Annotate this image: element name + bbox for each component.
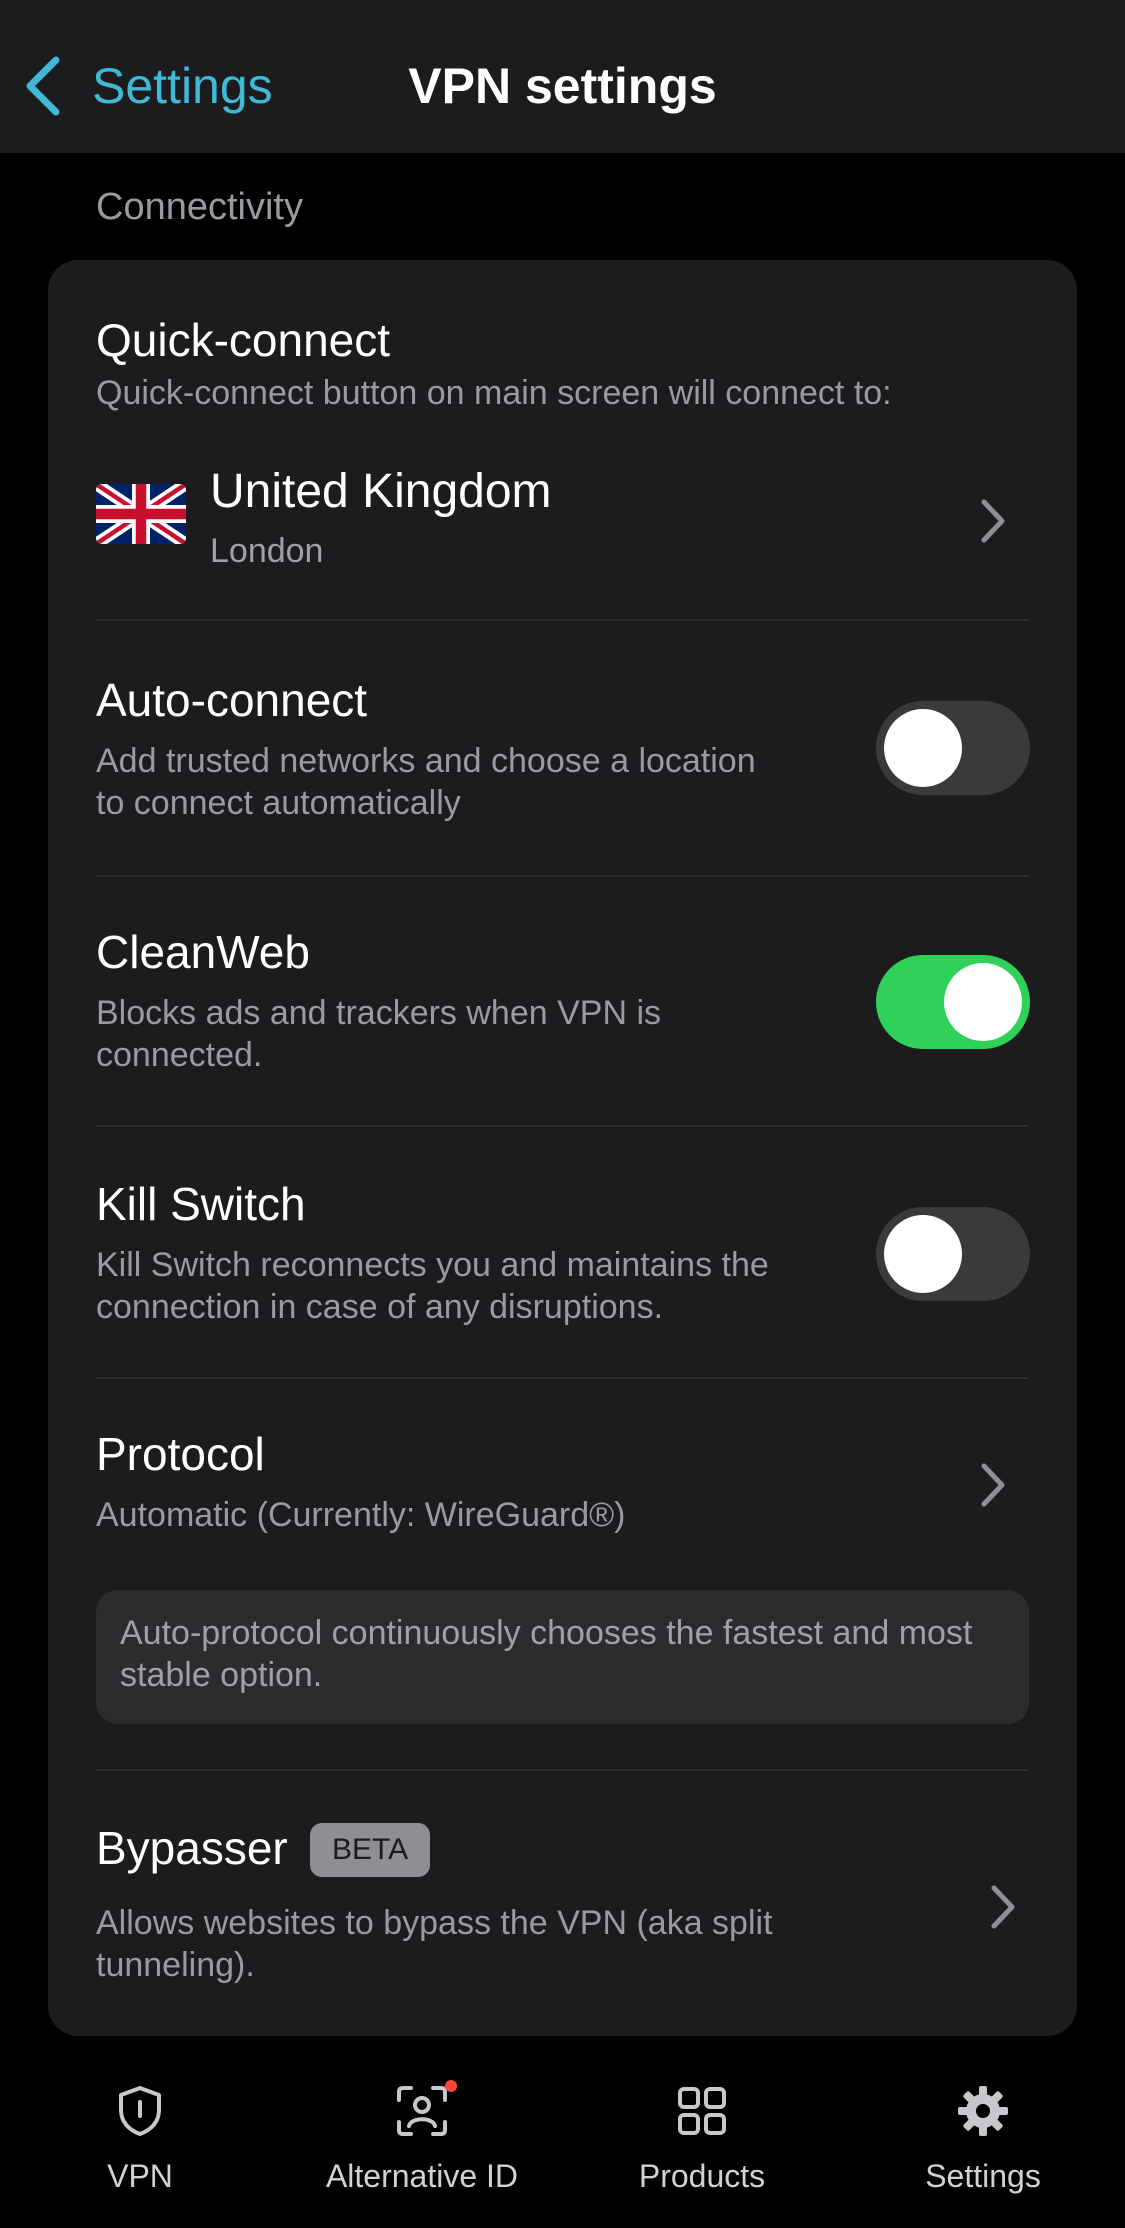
toggle-knob <box>944 963 1022 1041</box>
quick-connect-title: Quick-connect <box>96 314 391 366</box>
bypasser-row[interactable]: Bypasser Allows websites to bypass the V… <box>48 1790 1077 2020</box>
kill-switch-title: Kill Switch <box>96 1178 306 1230</box>
cleanweb-toggle[interactable] <box>876 955 1030 1049</box>
chevron-right-icon <box>978 496 1008 546</box>
auto-connect-title: Auto-connect <box>96 674 368 726</box>
quick-connect-location-row[interactable]: United Kingdom London <box>48 460 1077 580</box>
tab-settings[interactable]: Settings <box>843 2084 1123 2196</box>
tab-label: Products <box>638 2158 766 2194</box>
bypasser-title: Bypasser <box>96 1822 288 1874</box>
tab-label: VPN <box>107 2158 173 2194</box>
auto-connect-toggle[interactable] <box>876 701 1030 795</box>
divider <box>96 875 1029 877</box>
protocol-info-box: Auto-protocol continuously chooses the f… <box>96 1590 1029 1724</box>
nav-bar: Settings VPN settings <box>0 0 1125 153</box>
tab-bar: VPN Alternative ID Products Settings <box>0 2060 1125 2228</box>
tab-alternative-id[interactable]: Alternative ID <box>282 2080 562 2196</box>
divider <box>96 1769 1029 1771</box>
quick-connect-description: Quick-connect button on main screen will… <box>96 374 892 412</box>
grid-icon <box>678 2087 726 2135</box>
divider <box>96 1125 1029 1127</box>
location-country: United Kingdom <box>210 465 552 518</box>
chevron-right-icon <box>988 1882 1018 1932</box>
divider <box>96 1377 1029 1379</box>
bypasser-description: Allows websites to bypass the VPN (aka s… <box>96 1904 773 1984</box>
tab-products[interactable]: Products <box>562 2084 842 2196</box>
page-title: VPN settings <box>408 58 717 114</box>
protocol-row[interactable]: Protocol Automatic (Currently: WireGuard… <box>48 1410 1077 1560</box>
gear-icon <box>958 2086 1008 2136</box>
cleanweb-description: Blocks ads and trackers when VPN is conn… <box>96 994 662 1074</box>
kill-switch-description: Kill Switch reconnects you and maintains… <box>96 1246 769 1326</box>
auto-connect-description: Add trusted networks and choose a locati… <box>96 742 756 822</box>
chevron-right-icon <box>978 1460 1008 1510</box>
tab-label: Settings <box>925 2158 1041 2194</box>
location-city: London <box>210 532 324 570</box>
toggle-knob <box>884 709 962 787</box>
uk-flag-icon <box>96 484 186 544</box>
protocol-title: Protocol <box>96 1428 265 1480</box>
settings-card: Quick-connect Quick-connect button on ma… <box>48 260 1077 2036</box>
kill-switch-toggle[interactable] <box>876 1207 1030 1301</box>
protocol-value: Automatic (Currently: WireGuard®) <box>96 1496 626 1534</box>
notification-dot <box>445 2080 457 2092</box>
toggle-knob <box>884 1215 962 1293</box>
cleanweb-title: CleanWeb <box>96 926 310 978</box>
beta-badge: BETA <box>310 1823 431 1877</box>
shield-icon <box>119 2086 161 2136</box>
tab-label: Alternative ID <box>325 2158 519 2194</box>
tab-vpn[interactable]: VPN <box>0 2084 280 2196</box>
face-id-icon <box>397 2086 447 2136</box>
divider <box>96 619 1029 621</box>
section-label: Connectivity <box>96 186 303 228</box>
